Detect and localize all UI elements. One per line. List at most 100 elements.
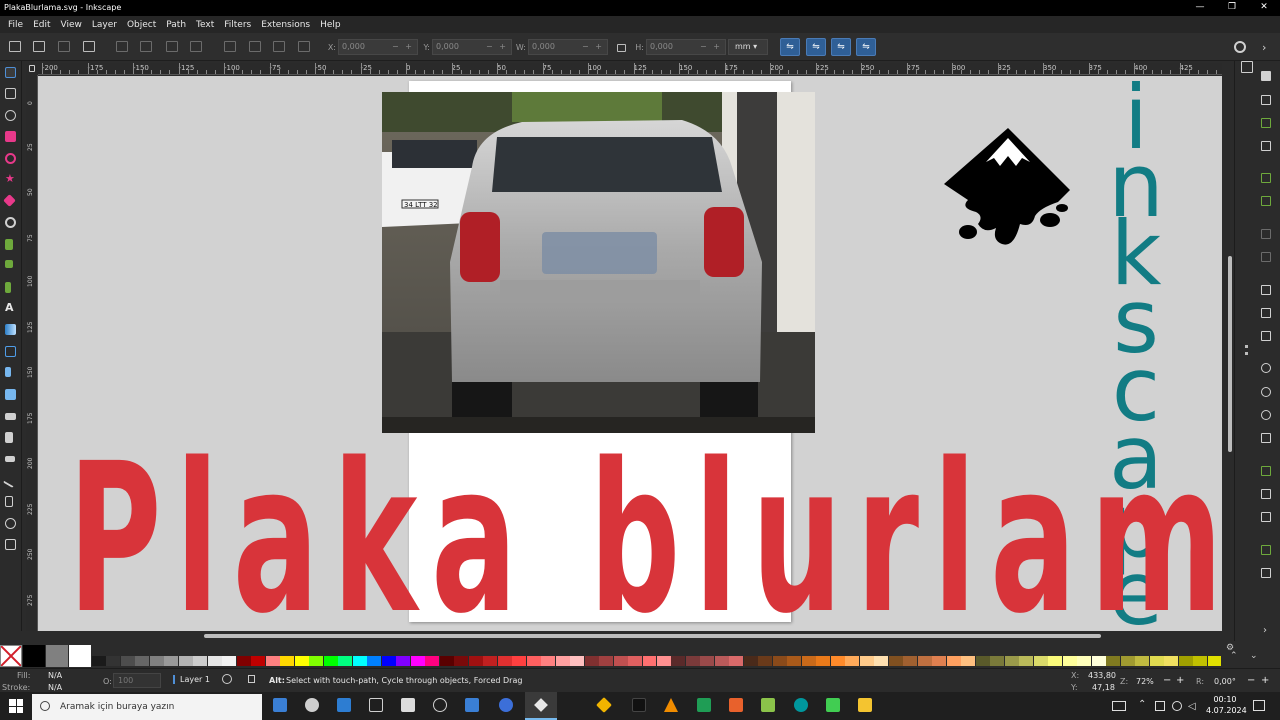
palette-swatch[interactable] [628,656,642,666]
lower-to-bottom-icon[interactable] [298,41,310,52]
zoom-drawing-icon[interactable] [1261,387,1271,397]
expand-panel-icon[interactable] [1241,61,1253,73]
calligraphy-tool-icon[interactable] [5,282,11,293]
palette-swatch[interactable] [1077,656,1092,666]
gradient-tool-icon[interactable] [5,324,16,335]
palette-swatch[interactable] [425,656,440,666]
selector-tool-icon[interactable] [5,67,16,78]
palette-swatch[interactable] [1004,656,1019,666]
drawing-canvas[interactable]: 34 LTT 32 i n k s c a p e Plaka blurlama [38,76,1222,631]
group-icon[interactable] [1261,545,1271,555]
palette-swatch[interactable] [1178,656,1193,666]
zoom-selection-icon[interactable] [1261,363,1271,373]
palette-swatch[interactable] [1207,656,1222,666]
palette-swatch[interactable] [599,656,614,666]
taskbar-app-7-icon[interactable] [465,698,479,712]
palette-swatch[interactable] [1193,656,1207,666]
palette-swatch[interactable] [874,656,889,666]
tray-chevron-icon[interactable]: ⌃ [1138,699,1146,710]
palette-swatch[interactable] [932,656,947,666]
palette-swatch[interactable] [512,656,527,666]
palette-swatch[interactable] [367,656,382,666]
palette-swatch[interactable] [758,656,773,666]
palette-swatch[interactable] [135,656,150,666]
zoom-page-icon[interactable] [1261,410,1271,420]
palette-swatch[interactable] [497,656,512,666]
menu-path[interactable]: Path [161,20,191,30]
palette-swatch[interactable] [381,656,396,666]
more-chevron-icon[interactable]: › [1263,625,1267,636]
plaka-blurlama-text[interactable]: Plaka blurlama [68,436,1222,631]
keyboard-icon[interactable] [1112,701,1126,711]
tweak-spray-tool-icon[interactable] [5,413,16,420]
y-coordinate-field[interactable]: Y: 0,000 [418,39,512,55]
opacity-input[interactable]: 100 [113,673,161,688]
palette-swatch[interactable] [251,656,266,666]
maximize-button[interactable]: ❐ [1216,0,1248,15]
panel-handle-icon[interactable] [1245,345,1248,355]
unlink-clone-icon[interactable] [1261,512,1271,522]
rotation-minus-icon[interactable]: − [1247,675,1255,686]
palette-swatch[interactable] [570,656,585,666]
notifications-icon[interactable] [1253,700,1265,711]
select-all-layers-icon[interactable] [33,41,45,52]
taskbar-app-11-icon[interactable] [632,698,646,712]
calculator-icon[interactable] [401,698,415,712]
palette-swatch[interactable] [222,656,237,666]
palette-swatch[interactable] [975,656,990,666]
palette-swatch[interactable] [1149,656,1164,666]
palette-swatch[interactable] [729,656,744,666]
palette-swatch[interactable] [1120,656,1135,666]
network-icon[interactable] [1172,701,1182,711]
lower-icon[interactable] [273,41,285,52]
palette-swatch[interactable] [1019,656,1034,666]
duplicate-icon[interactable] [1261,466,1271,476]
clock[interactable]: 00:10 4.07.2024 [1206,694,1247,716]
taskbar-app-17-icon[interactable] [826,698,840,712]
palette-swatch[interactable] [1062,656,1077,666]
node-tool-icon[interactable] [5,88,16,99]
move-patterns-button[interactable]: ⇋ [856,38,876,56]
spiral-tool-icon[interactable] [5,217,16,228]
unit-select[interactable]: mm ▾ [728,39,768,55]
text-tool-icon[interactable]: A [5,302,16,313]
paint-bucket-tool-icon[interactable] [5,389,16,400]
clone-icon[interactable] [1261,489,1271,499]
palette-swatch[interactable] [396,656,411,666]
stroke-value[interactable]: N/A [48,683,62,692]
rectangle-tool-icon[interactable] [5,131,16,142]
ellipse-tool-icon[interactable] [5,153,16,164]
copy-icon[interactable] [1261,285,1271,295]
palette-swatch[interactable] [454,656,469,666]
palette-swatch[interactable] [888,656,903,666]
menu-help[interactable]: Help [315,20,346,30]
dropper-tool-icon[interactable] [5,367,11,377]
menu-text[interactable]: Text [191,20,219,30]
taskbar-app-8-icon[interactable] [499,698,513,712]
export-icon[interactable] [1261,196,1271,206]
start-button[interactable] [9,699,23,713]
mesh-tool-icon[interactable] [5,346,16,357]
scale-stroke-button[interactable]: ⇋ [780,38,800,56]
connector-tool-icon[interactable] [2,472,19,489]
palette-swatch[interactable] [106,656,121,666]
new-document-icon[interactable] [1261,71,1271,81]
menu-edit[interactable]: Edit [28,20,55,30]
height-field[interactable]: H: 0,000 [632,39,726,55]
menu-filters[interactable]: Filters [219,20,256,30]
rotation-plus-icon[interactable]: + [1261,675,1269,686]
palette-swatch[interactable] [309,656,324,666]
tweak-tool-icon[interactable] [5,110,16,121]
flip-horizontal-icon[interactable] [166,41,178,52]
touch-select-icon[interactable] [83,41,95,52]
close-button[interactable]: ✕ [1248,0,1280,15]
menu-extensions[interactable]: Extensions [256,20,315,30]
palette-swatch[interactable] [859,656,874,666]
open-document-icon[interactable] [1261,95,1271,105]
taskbar-search[interactable]: Aramak için buraya yazın [32,694,262,720]
palette-swatch[interactable] [1135,656,1150,666]
palette-swatch[interactable] [917,656,932,666]
layer-lock-icon[interactable] [248,675,255,683]
lock-ratio-icon[interactable] [617,44,626,52]
palette-swatch[interactable] [961,656,976,666]
